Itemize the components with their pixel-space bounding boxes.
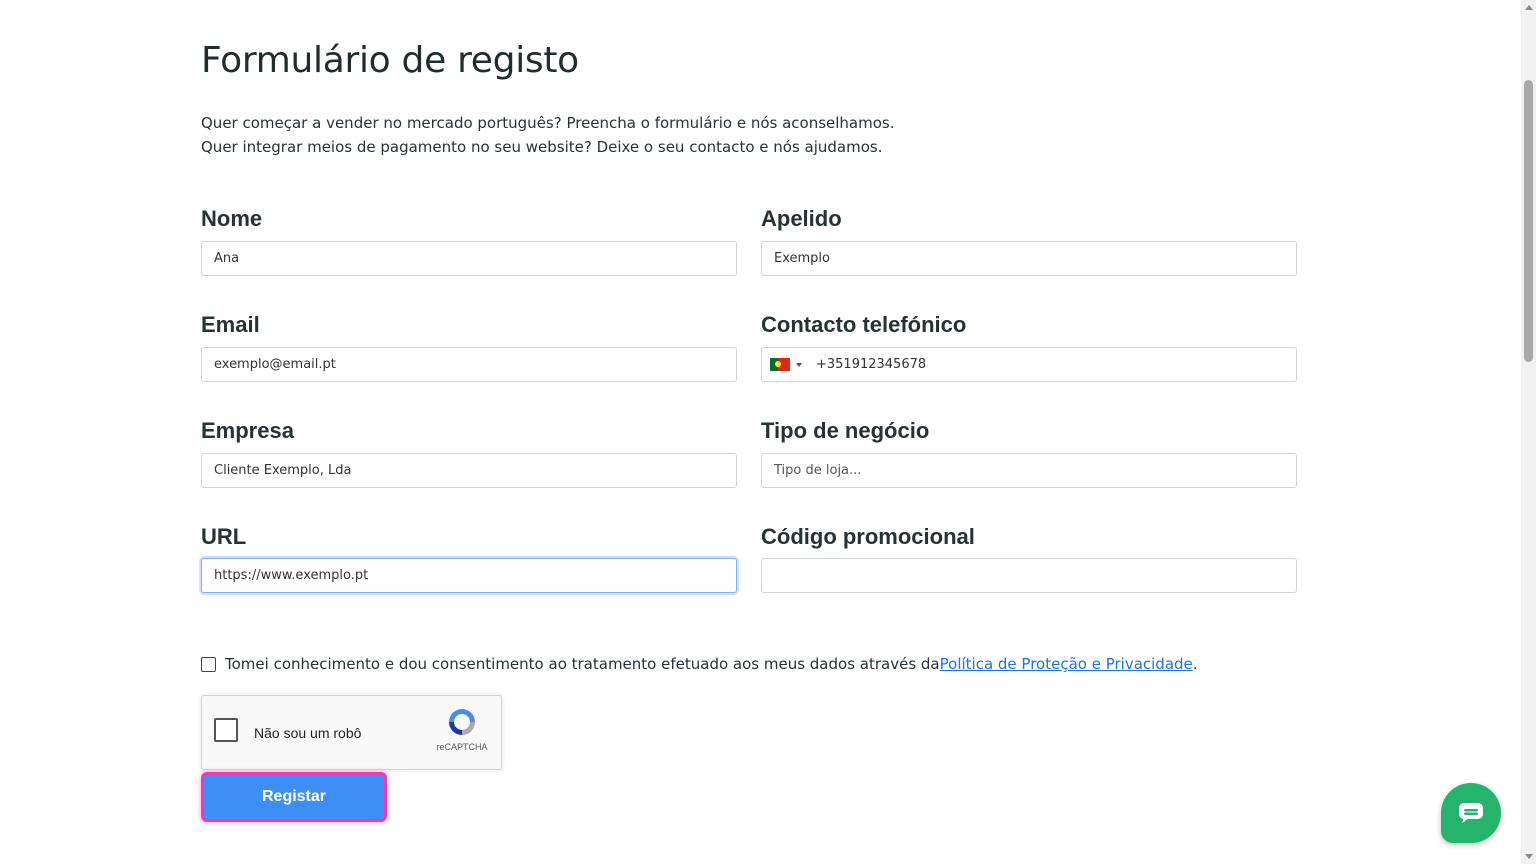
registration-page: Formulário de registo Quer começar a ven… bbox=[0, 0, 1536, 864]
email-label: Email bbox=[201, 312, 260, 337]
privacy-policy-link[interactable]: Política de Proteção e Privacidade bbox=[940, 655, 1193, 673]
recaptcha-checkbox[interactable] bbox=[214, 718, 238, 742]
scrollbar-thumb[interactable] bbox=[1524, 80, 1533, 362]
nome-label: Nome bbox=[201, 206, 263, 231]
email-input[interactable] bbox=[201, 347, 737, 382]
empresa-input[interactable] bbox=[201, 453, 737, 488]
intro-text: Quer começar a vender no mercado portugu… bbox=[201, 111, 895, 159]
recaptcha-logo-icon bbox=[449, 709, 475, 735]
recaptcha-widget: Não sou um robô reCAPTCHA bbox=[201, 695, 502, 770]
vertical-scrollbar[interactable] bbox=[1521, 0, 1536, 864]
url-input[interactable] bbox=[201, 558, 737, 593]
tipo-negocio-label: Tipo de negócio bbox=[761, 418, 930, 443]
page-title: Formulário de registo bbox=[201, 40, 579, 81]
nome-input[interactable] bbox=[201, 241, 737, 276]
scroll-down-icon[interactable] bbox=[1525, 854, 1533, 859]
consent-suffix: . bbox=[1192, 655, 1198, 673]
recaptcha-brand: reCAPTCHA bbox=[436, 742, 488, 752]
telefone-input[interactable] bbox=[814, 356, 1296, 373]
intro-line-1: Quer começar a vender no mercado portugu… bbox=[201, 114, 895, 132]
chat-icon bbox=[1459, 803, 1483, 823]
country-selector[interactable] bbox=[762, 348, 802, 381]
codigo-promocional-label: Código promocional bbox=[761, 524, 975, 549]
scroll-up-icon[interactable] bbox=[1525, 5, 1533, 10]
empresa-label: Empresa bbox=[201, 418, 294, 443]
consent-checkbox[interactable] bbox=[201, 656, 216, 672]
phone-field bbox=[761, 347, 1297, 382]
intro-line-2: Quer integrar meios de pagamento no seu … bbox=[201, 138, 883, 156]
chat-button[interactable] bbox=[1441, 783, 1501, 843]
chevron-down-icon bbox=[796, 362, 802, 367]
tipo-negocio-input[interactable] bbox=[761, 453, 1297, 488]
apelido-label: Apelido bbox=[761, 206, 842, 231]
telefone-label: Contacto telefónico bbox=[761, 312, 967, 337]
consent-row: Tomei conhecimento e dou consentimento a… bbox=[201, 655, 1198, 673]
register-button[interactable]: Registar bbox=[201, 772, 387, 822]
codigo-promocional-input[interactable] bbox=[761, 558, 1297, 593]
portugal-flag-icon bbox=[770, 358, 790, 371]
recaptcha-label: Não sou um robô bbox=[254, 725, 362, 741]
apelido-input[interactable] bbox=[761, 241, 1297, 276]
consent-text: Tomei conhecimento e dou consentimento a… bbox=[225, 655, 940, 673]
url-label: URL bbox=[201, 524, 247, 549]
